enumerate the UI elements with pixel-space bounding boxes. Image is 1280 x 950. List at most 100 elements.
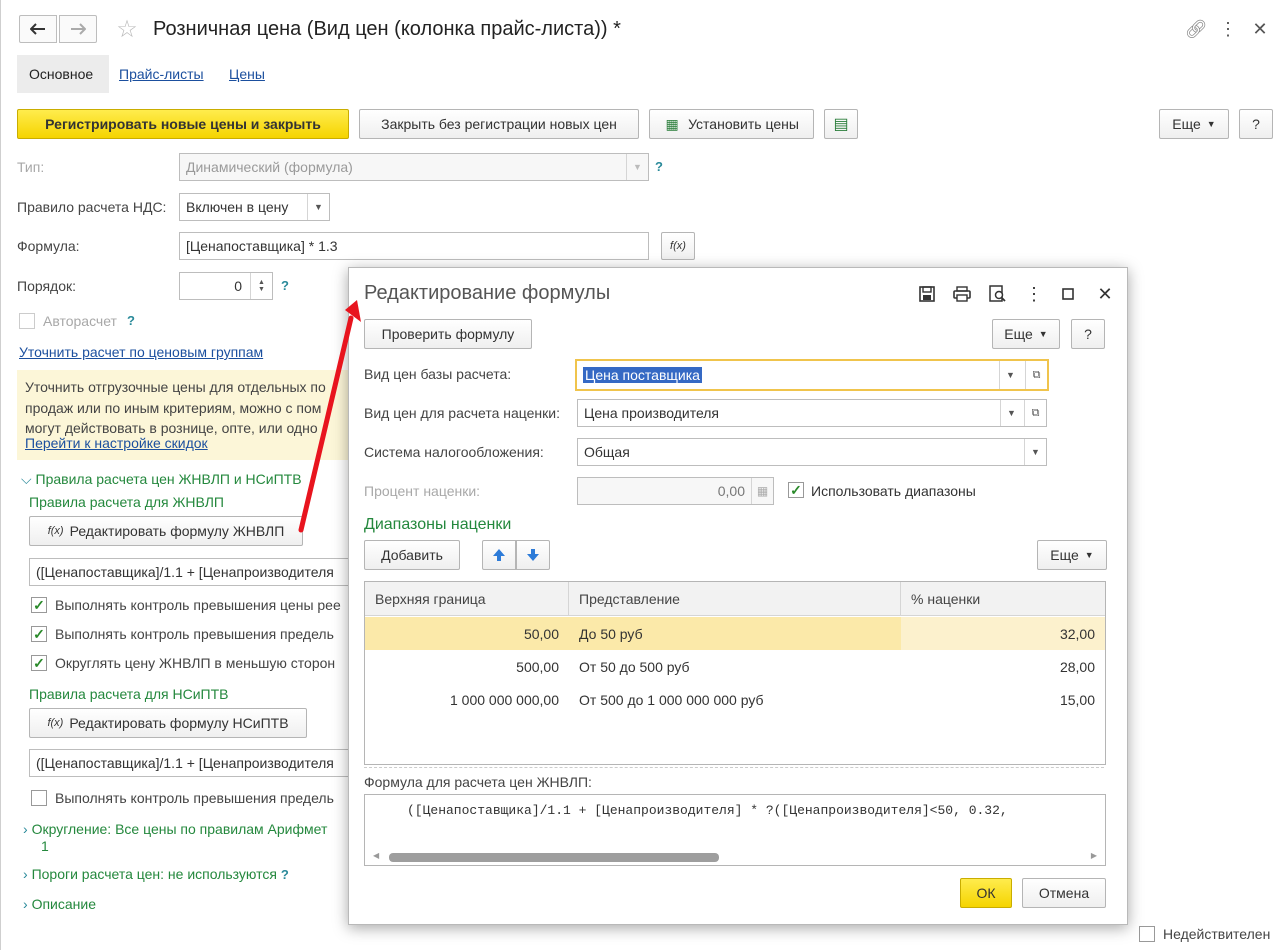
check-limit-nsiptv-checkbox[interactable] [31, 790, 47, 806]
chevron-down-icon[interactable]: ▼ [1000, 400, 1022, 426]
cell-repr[interactable]: До 50 руб [569, 617, 901, 650]
autocalc-checkbox[interactable] [19, 313, 35, 329]
formula-field[interactable]: [Ценапоставщика] * 1.3 [179, 232, 649, 260]
column-header-repr[interactable]: Представление [569, 582, 901, 616]
markup-type-label: Вид цен для расчета наценки: [364, 405, 560, 421]
rounding-header[interactable]: › Округление: Все цены по правилам Арифм… [23, 821, 327, 837]
nsiptv-formula-field[interactable]: ([Ценапоставщика]/1.1 + [Ценапроизводите… [29, 749, 359, 777]
cell-pct[interactable]: 32,00 [901, 617, 1105, 650]
type-field[interactable]: Динамический (формула) ▼ [179, 153, 649, 181]
markup-percent-field[interactable]: 0,00 ▦ [577, 477, 774, 505]
chevron-down-icon[interactable]: ▼ [1024, 439, 1046, 465]
kebab-menu-icon[interactable]: ⋮ [1219, 18, 1237, 40]
inactive-checkbox[interactable] [1139, 926, 1155, 942]
stepper-icon[interactable]: ▲ ▼ [250, 273, 272, 299]
horizontal-scrollbar[interactable] [389, 853, 719, 862]
preview-icon[interactable] [987, 284, 1009, 304]
register-and-close-button[interactable]: Регистрировать новые цены и закрыть [17, 109, 349, 139]
link-icon[interactable]: 🔗︎ [1185, 18, 1208, 40]
use-ranges-label: Использовать диапазоны [811, 483, 976, 499]
check-registry-price-checkbox[interactable]: ✓ [31, 597, 47, 613]
arrow-right-icon [71, 23, 86, 35]
more-button[interactable]: Еще ▼ [1159, 109, 1229, 139]
edit-zhnvlp-label: Редактировать формулу ЖНВЛП [69, 523, 285, 539]
set-prices-button[interactable]: ▦ Установить цены [649, 109, 814, 139]
edit-zhnvlp-formula-button[interactable]: f(x) Редактировать формулу ЖНВЛП [29, 516, 303, 546]
maximize-icon[interactable] [1059, 285, 1077, 303]
table-row[interactable]: 1 000 000 000,00 От 500 до 1 000 000 000… [365, 683, 1105, 716]
cell-repr[interactable]: От 50 до 500 руб [569, 650, 901, 683]
cell-upper[interactable]: 500,00 [365, 650, 569, 683]
cell-pct[interactable]: 28,00 [901, 650, 1105, 683]
markup-type-field[interactable]: Цена производителя ▼ ⧉ [577, 399, 1047, 427]
order-field[interactable]: 0 ▲ ▼ [179, 272, 273, 300]
cell-pct[interactable]: 15,00 [901, 683, 1105, 716]
round-down-checkbox[interactable]: ✓ [31, 655, 47, 671]
back-button[interactable] [19, 15, 57, 43]
discount-settings-link[interactable]: Перейти к настройке скидок [25, 435, 208, 451]
use-ranges-checkbox[interactable]: ✓ [788, 482, 804, 498]
help-button[interactable]: ? [1239, 109, 1273, 139]
check-formula-button[interactable]: Проверить формулу [364, 319, 532, 349]
star-icon[interactable]: ☆ [114, 16, 140, 43]
refine-by-price-groups-link[interactable]: Уточнить расчет по ценовым группам [19, 344, 263, 360]
ok-button[interactable]: ОК [960, 878, 1012, 908]
column-header-upper[interactable]: Верхняя граница [365, 582, 569, 616]
vat-value: Включен в цену [186, 199, 289, 215]
add-button[interactable]: Добавить [364, 540, 460, 570]
move-up-button[interactable] [482, 540, 516, 570]
close-icon[interactable]: ✕ [1249, 18, 1271, 40]
open-icon[interactable]: ⧉ [1025, 361, 1047, 389]
close-without-register-button[interactable]: Закрыть без регистрации новых цен [359, 109, 639, 139]
tab-main[interactable]: Основное [17, 55, 109, 93]
calculator-icon[interactable]: ▦ [751, 478, 773, 504]
base-price-field[interactable]: Цена поставщика ▼ ⧉ [575, 359, 1049, 391]
rules-group-header[interactable]: ⌵ Правила расчета цен ЖНВЛП и НСиПТВ [21, 471, 302, 488]
vat-field[interactable]: Включен в цену ▼ [179, 193, 330, 221]
print-icon[interactable] [951, 284, 973, 304]
edit-nsiptv-formula-button[interactable]: f(x) Редактировать формулу НСиПТВ [29, 708, 307, 738]
rounding-label: Округление: Все цены по правилам Арифмет [31, 821, 328, 837]
type-label: Тип: [17, 159, 45, 175]
check-limit-markup-checkbox[interactable]: ✓ [31, 626, 47, 642]
scroll-right-icon[interactable]: ▶ [1091, 851, 1097, 860]
column-header-pct[interactable]: % наценки [901, 582, 1105, 616]
close-icon[interactable]: ✕ [1095, 284, 1115, 304]
info-line-2: продаж или по иным критериям, можно с по… [25, 400, 322, 416]
dialog-more-button[interactable]: Еще ▼ [992, 319, 1060, 349]
dialog-help-button[interactable]: ? [1071, 319, 1105, 349]
description-header[interactable]: › Описание [23, 896, 96, 912]
kebab-menu-icon[interactable]: ⋮ [1025, 284, 1043, 304]
cell-upper[interactable]: 1 000 000 000,00 [365, 683, 569, 716]
forward-button[interactable] [59, 15, 97, 43]
open-icon[interactable]: ⧉ [1024, 400, 1046, 426]
table-more-button[interactable]: Еще ▼ [1037, 540, 1107, 570]
save-icon[interactable] [917, 284, 937, 304]
chevron-down-icon[interactable]: ▼ [999, 361, 1021, 389]
cancel-button[interactable]: Отмена [1022, 878, 1106, 908]
help-icon[interactable]: ? [281, 278, 289, 293]
dialog-more-label: Еще [1004, 326, 1033, 342]
check-registry-price-label: Выполнять контроль превышения цены рее [55, 597, 341, 613]
round-down-label: Округлять цену ЖНВЛП в меньшую сторон [55, 655, 336, 671]
move-down-button[interactable] [516, 540, 550, 570]
tax-system-field[interactable]: Общая ▼ [577, 438, 1047, 466]
table-row[interactable]: 50,00 До 50 руб 32,00 [365, 617, 1105, 650]
table-row[interactable]: 500,00 От 50 до 500 руб 28,00 [365, 650, 1105, 683]
tab-price-lists[interactable]: Прайс-листы [107, 55, 216, 93]
function-icon: f(x) [670, 240, 686, 252]
scroll-left-icon[interactable]: ◀ [373, 851, 379, 860]
cell-repr[interactable]: От 500 до 1 000 000 000 руб [569, 683, 901, 716]
help-icon[interactable]: ? [281, 867, 289, 882]
formula-textarea[interactable]: ([Ценапоставщика]/1.1 + [Ценапроизводите… [364, 794, 1106, 866]
zhnvlp-formula-field[interactable]: ([Ценапоставщика]/1.1 + [Ценапроизводите… [29, 558, 359, 586]
thresholds-header[interactable]: › Пороги расчета цен: не используются ? [23, 866, 289, 882]
markup-percent-label: Процент наценки: [364, 483, 481, 499]
divider [364, 767, 1104, 768]
tab-prices[interactable]: Цены [217, 55, 277, 93]
report-button[interactable]: ▤ [824, 109, 858, 139]
help-icon[interactable]: ? [127, 313, 135, 328]
edit-formula-button[interactable]: f(x) [661, 232, 695, 260]
help-icon[interactable]: ? [655, 159, 663, 174]
cell-upper[interactable]: 50,00 [365, 617, 569, 650]
